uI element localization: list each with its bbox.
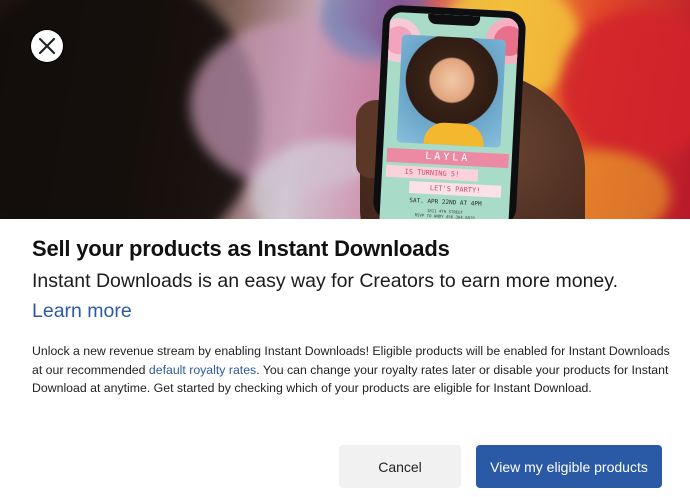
invitation-turning: IS TURNING 5! <box>385 164 479 182</box>
learn-more-link[interactable]: Learn more <box>32 300 132 323</box>
close-button[interactable] <box>31 30 63 62</box>
cancel-button[interactable]: Cancel <box>339 445 461 488</box>
phone-mockup: LAYLA IS TURNING 5! LET'S PARTY! SAT. AP… <box>372 4 527 219</box>
default-royalty-rates-link[interactable]: default royalty rates <box>149 363 256 377</box>
dialog-title: Sell your products as Instant Downloads <box>32 236 450 261</box>
hero-image: LAYLA IS TURNING 5! LET'S PARTY! SAT. AP… <box>0 0 690 219</box>
invitation-party: LET'S PARTY! <box>408 180 502 198</box>
phone-notch <box>427 13 481 27</box>
view-eligible-products-button[interactable]: View my eligible products <box>476 445 662 488</box>
phone-screen: LAYLA IS TURNING 5! LET'S PARTY! SAT. AP… <box>379 11 520 219</box>
close-x-icon <box>38 37 56 55</box>
dialog-body: Unlock a new revenue stream by enabling … <box>32 342 672 398</box>
dialog-subtitle: Instant Downloads is an easy way for Cre… <box>32 270 618 292</box>
